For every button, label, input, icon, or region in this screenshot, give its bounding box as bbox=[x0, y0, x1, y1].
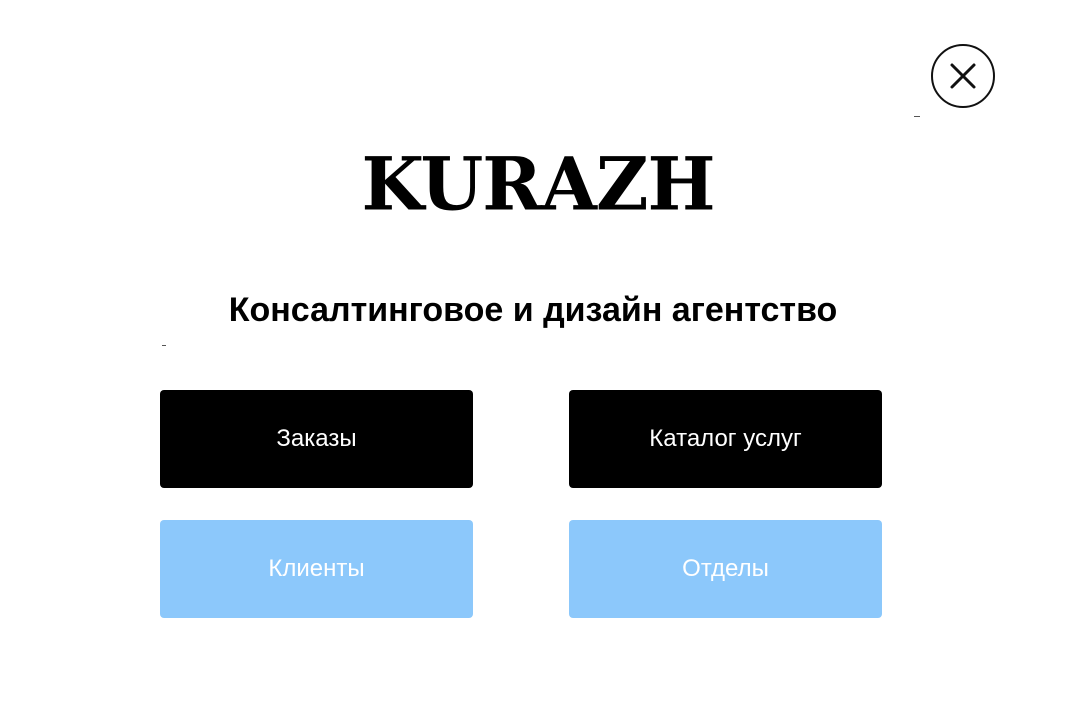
departments-button[interactable]: Отделы bbox=[569, 520, 882, 618]
orders-button[interactable]: Заказы bbox=[160, 390, 473, 488]
close-icon bbox=[950, 63, 976, 89]
brand-logo: KURAZH bbox=[361, 140, 715, 227]
departments-button-label: Отделы bbox=[682, 555, 769, 582]
close-button[interactable] bbox=[931, 44, 995, 108]
services-catalog-button[interactable]: Каталог услуг bbox=[569, 390, 882, 488]
divider bbox=[162, 345, 166, 346]
page-subtitle: Консалтинговое и дизайн агентство bbox=[228, 291, 838, 329]
divider bbox=[914, 116, 920, 117]
orders-button-label: Заказы bbox=[276, 425, 357, 452]
services-catalog-button-label: Каталог услуг bbox=[649, 425, 802, 452]
clients-button[interactable]: Клиенты bbox=[160, 520, 473, 618]
clients-button-label: Клиенты bbox=[268, 555, 365, 582]
